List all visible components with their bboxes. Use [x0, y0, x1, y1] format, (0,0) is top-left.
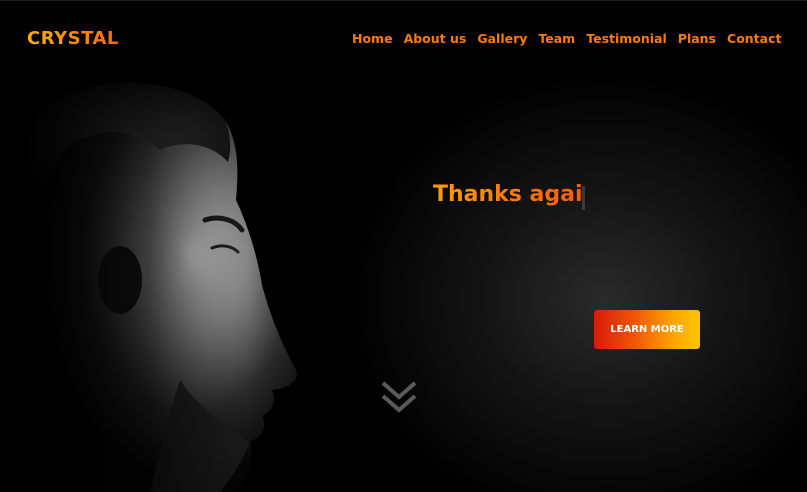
hero-page: CRYSTAL Home About us Gallery Team Testi…: [0, 0, 807, 492]
nav-item-about-us[interactable]: About us: [404, 31, 467, 46]
nav-item-plans[interactable]: Plans: [678, 31, 716, 46]
nav-item-testimonial[interactable]: Testimonial: [586, 31, 667, 46]
main-nav: Home About us Gallery Team Testimonial P…: [352, 31, 781, 46]
learn-more-button[interactable]: LEARN MORE: [594, 310, 700, 349]
man-profile-portrait: [0, 70, 330, 492]
nav-item-team[interactable]: Team: [538, 31, 575, 46]
nav-item-gallery[interactable]: Gallery: [477, 31, 527, 46]
nav-item-contact[interactable]: Contact: [727, 31, 781, 46]
nav-item-home[interactable]: Home: [352, 31, 393, 46]
brand-logo[interactable]: CRYSTAL: [27, 28, 119, 49]
typing-caret: [582, 186, 585, 210]
top-divider: [0, 0, 807, 1]
hero-headline: Thanks agai: [433, 182, 583, 207]
double-chevron-down-icon[interactable]: [379, 378, 419, 418]
